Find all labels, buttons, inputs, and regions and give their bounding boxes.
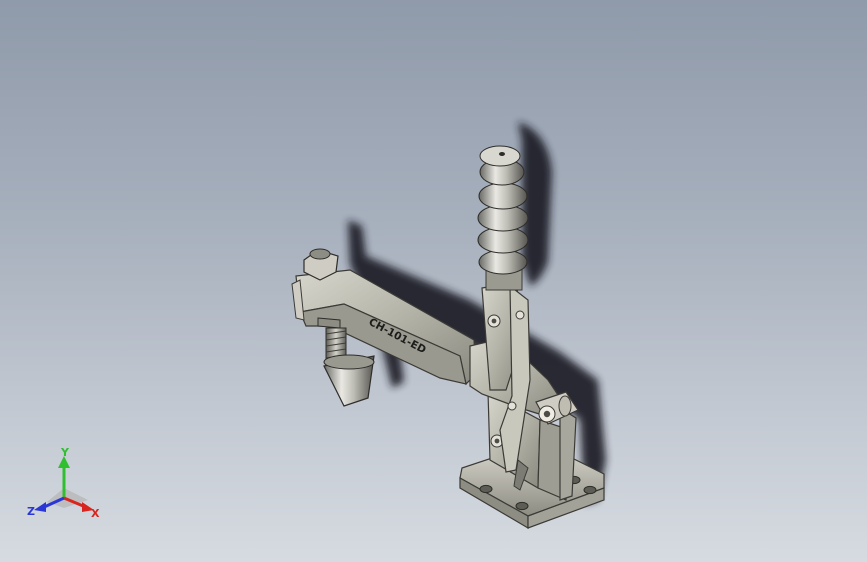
mount-hole xyxy=(479,484,493,494)
z-axis-arrow xyxy=(34,502,46,512)
model-scene[interactable]: CH-101-ED xyxy=(0,0,867,562)
graphics-viewport[interactable]: CH-101-ED Y X Z xyxy=(0,0,867,562)
mount-hole xyxy=(515,501,529,511)
z-axis-label: Z xyxy=(27,505,35,518)
pivot-pin xyxy=(515,310,525,320)
y-axis-label: Y xyxy=(60,446,70,459)
mount-hole xyxy=(583,485,597,495)
x-axis-label: X xyxy=(91,507,100,520)
handle-grip[interactable] xyxy=(477,145,529,291)
pivot-pin xyxy=(507,401,517,411)
reference-triad[interactable]: Y X Z xyxy=(24,446,104,526)
